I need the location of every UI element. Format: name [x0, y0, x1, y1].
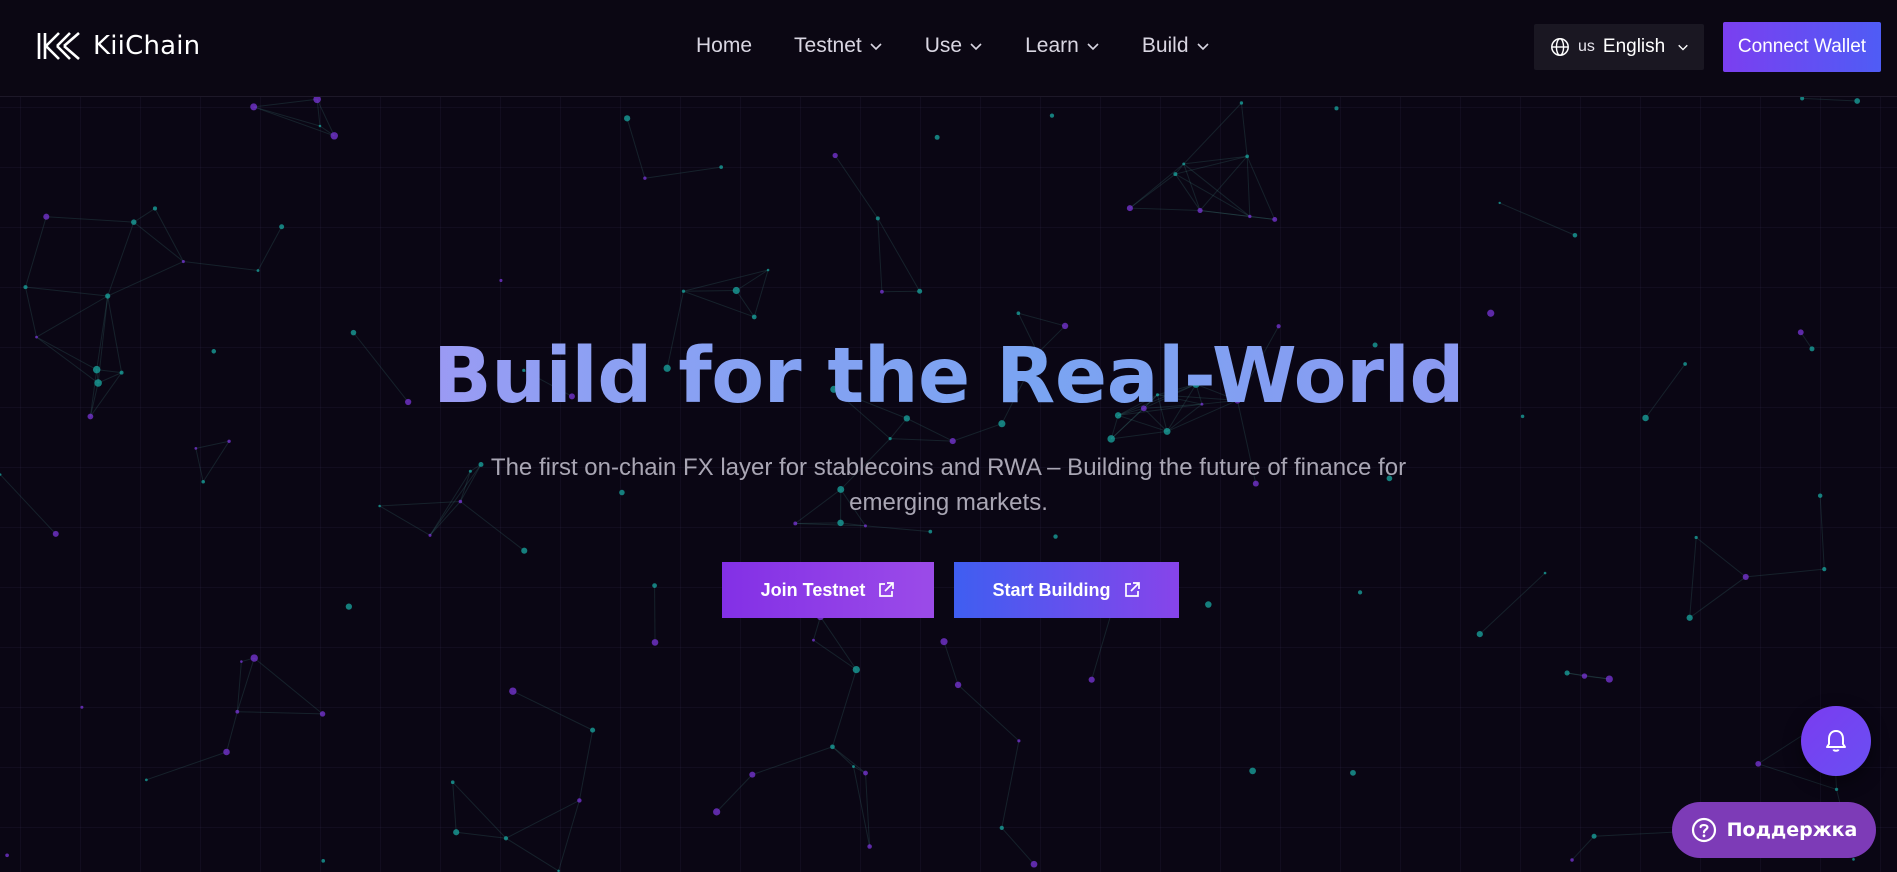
main-nav: Home Testnet Use Learn Build	[696, 34, 1210, 58]
language-label: English	[1602, 36, 1666, 57]
join-testnet-button[interactable]: Join Testnet	[722, 562, 934, 618]
start-building-label: Start Building	[992, 579, 1111, 600]
nav-learn[interactable]: Learn	[1025, 34, 1100, 58]
hero-subtitle: The first on-chain FX layer for stableco…	[490, 454, 1407, 516]
chevron-down-icon	[1087, 43, 1099, 51]
nav-testnet-label: Testnet	[794, 34, 862, 57]
logo-text: KiiChain	[93, 31, 201, 61]
external-link-icon	[879, 582, 895, 597]
chevron-down-icon	[970, 43, 982, 51]
hero-title: Build for the Real-World	[0, 330, 1897, 424]
nav-use-label: Use	[924, 34, 963, 57]
nav-build[interactable]: Build	[1142, 34, 1210, 58]
nav-testnet[interactable]: Testnet	[794, 34, 883, 58]
notification-bell-button[interactable]	[1801, 706, 1871, 776]
nav-learn-label: Learn	[1025, 34, 1079, 57]
help-circle-icon	[1691, 817, 1716, 843]
external-link-icon	[1124, 582, 1140, 597]
chevron-down-icon	[1196, 43, 1209, 51]
support-label: Поддержка	[1726, 819, 1858, 841]
kiichain-logo-icon	[37, 32, 80, 60]
site-header: KiiChain Home Testnet Use Learn Build us	[0, 0, 1897, 97]
nav-home-label: Home	[696, 34, 753, 57]
chevron-down-icon	[1678, 44, 1689, 51]
start-building-button[interactable]: Start Building	[954, 562, 1179, 618]
connect-wallet-button[interactable]: Connect Wallet	[1723, 22, 1881, 72]
bell-icon	[1826, 730, 1846, 752]
nav-build-label: Build	[1141, 34, 1189, 57]
hero-section: Build for the Real-World The first on-ch…	[0, 330, 1897, 520]
logo[interactable]: KiiChain	[37, 31, 200, 61]
globe-icon	[1551, 38, 1569, 56]
language-code: us	[1578, 38, 1595, 55]
join-testnet-label: Join Testnet	[760, 579, 866, 600]
language-selector[interactable]: us English	[1534, 24, 1704, 70]
nav-home[interactable]: Home	[696, 34, 752, 58]
support-chat-button[interactable]: Поддержка	[1672, 802, 1876, 858]
nav-use[interactable]: Use	[925, 34, 983, 58]
chevron-down-icon	[870, 43, 882, 51]
